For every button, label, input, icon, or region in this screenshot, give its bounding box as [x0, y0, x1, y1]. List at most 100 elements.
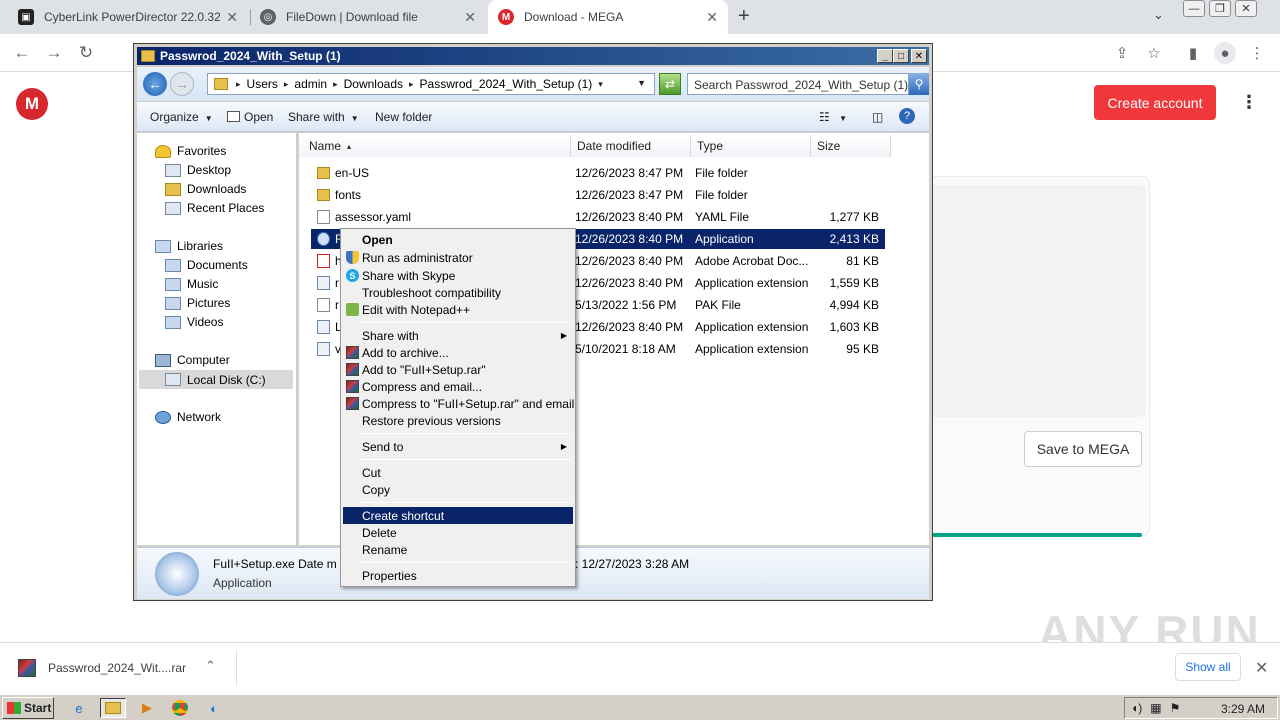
address-dropdown-icon[interactable]: ▼: [637, 78, 646, 88]
download-item[interactable]: Passwrod_2024_Wit....rar: [18, 659, 186, 677]
file-row[interactable]: fonts 12/26/2023 8:47 PM File folder: [311, 185, 885, 205]
minimize-icon[interactable]: —: [1183, 0, 1205, 17]
window-titlebar[interactable]: Passwrod_2024_With_Setup (1) _ □ ✕: [137, 47, 929, 65]
side-panel-icon[interactable]: ▮: [1182, 42, 1204, 64]
edge-icon[interactable]: ◐: [201, 698, 227, 718]
back-arrow-icon[interactable]: ←: [10, 41, 34, 65]
tab-mega[interactable]: M Download - MEGA ✕: [488, 0, 728, 34]
nav-network[interactable]: Network: [155, 410, 221, 424]
chrome-icon[interactable]: [167, 698, 193, 718]
close-window-icon[interactable]: ✕: [1235, 0, 1257, 17]
tab-powerdirector[interactable]: ▣ CyberLink PowerDirector 22.0.3215 ✕: [8, 0, 248, 34]
nav-music[interactable]: Music: [165, 277, 218, 291]
network-tray-icon[interactable]: ▦: [1150, 701, 1161, 715]
profile-icon[interactable]: ●: [1214, 42, 1236, 64]
breadcrumb-current-folder[interactable]: Passwrod_2024_With_Setup (1): [420, 77, 593, 91]
forward-button[interactable]: →: [170, 72, 194, 96]
close-tab-icon[interactable]: ✕: [464, 9, 476, 26]
chevron-up-icon[interactable]: ⌃: [205, 658, 216, 674]
preview-pane-icon[interactable]: ◫: [872, 110, 883, 124]
bookmark-star-icon[interactable]: ☆: [1143, 42, 1165, 64]
nav-recent-places[interactable]: Recent Places: [165, 201, 264, 215]
share-icon[interactable]: ⇪: [1111, 42, 1133, 64]
forward-arrow-icon[interactable]: →: [42, 41, 66, 65]
breadcrumb-downloads[interactable]: Downloads: [344, 77, 403, 91]
search-input[interactable]: Search Passwrod_2024_With_Setup (1): [687, 73, 909, 95]
address-bar[interactable]: ▸ Users ▸ admin ▸ Downloads ▸ Passwrod_2…: [207, 73, 655, 95]
close-shelf-icon[interactable]: ✕: [1255, 658, 1268, 678]
breadcrumb-admin[interactable]: admin: [294, 77, 327, 91]
menu-rename[interactable]: Rename: [343, 541, 573, 558]
menu-send-to[interactable]: Send to ▶: [343, 438, 573, 455]
tab-filedown[interactable]: ◎ FileDown | Download file ✕: [250, 0, 486, 34]
menu-compress-email[interactable]: Compress and email...: [343, 378, 573, 395]
new-folder-button[interactable]: New folder: [375, 110, 432, 124]
menu-delete[interactable]: Delete: [343, 524, 573, 541]
menu-open[interactable]: Open: [343, 231, 573, 248]
chevron-right-icon[interactable]: ▸: [284, 79, 289, 90]
menu-restore-versions[interactable]: Restore previous versions: [343, 412, 573, 429]
show-all-button[interactable]: Show all: [1175, 653, 1241, 681]
nav-libraries[interactable]: Libraries: [155, 239, 223, 253]
column-name[interactable]: Name ▴: [299, 135, 571, 157]
action-center-flag-icon[interactable]: ⚑: [1170, 701, 1181, 715]
menu-copy[interactable]: Copy: [343, 481, 573, 498]
menu-cut[interactable]: Cut: [343, 464, 573, 481]
menu-add-rar[interactable]: Add to "FuII+Setup.rar": [343, 361, 573, 378]
close-button[interactable]: ✕: [911, 49, 927, 63]
chevron-right-icon[interactable]: ▸: [409, 79, 414, 90]
column-date-modified[interactable]: Date modified: [571, 135, 691, 157]
maximize-button[interactable]: □: [893, 49, 909, 63]
nav-documents[interactable]: Documents: [165, 258, 248, 272]
view-options-icon[interactable]: ☷ ▼: [819, 110, 847, 124]
menu-compress-rar-email[interactable]: Compress to "FuII+Setup.rar" and email: [343, 395, 574, 412]
menu-run-as-admin[interactable]: Run as administrator: [343, 249, 573, 266]
nav-videos[interactable]: Videos: [165, 315, 223, 329]
share-with-button[interactable]: Share with ▼: [288, 110, 359, 124]
ie-icon[interactable]: e: [66, 698, 92, 718]
chevron-down-icon[interactable]: ▾: [598, 79, 603, 90]
start-button[interactable]: Start: [2, 697, 54, 719]
column-type[interactable]: Type: [691, 135, 811, 157]
menu-share-skype[interactable]: S Share with Skype: [343, 267, 573, 284]
menu-create-shortcut[interactable]: Create shortcut: [343, 507, 573, 524]
create-account-button[interactable]: Create account: [1094, 85, 1216, 120]
nav-local-disk[interactable]: Local Disk (C:): [139, 370, 293, 389]
organize-button[interactable]: Organize ▼: [150, 110, 213, 124]
help-icon[interactable]: ?: [899, 108, 915, 124]
breadcrumb-users[interactable]: Users: [247, 77, 278, 91]
volume-icon[interactable]: ◖): [1131, 701, 1142, 715]
menu-share-with[interactable]: Share with ▶: [343, 327, 573, 344]
minimize-button[interactable]: _: [877, 49, 893, 63]
column-size[interactable]: Size: [811, 135, 891, 157]
restore-icon[interactable]: ❐: [1209, 0, 1231, 17]
menu-properties[interactable]: Properties: [343, 567, 573, 584]
back-button[interactable]: ←: [143, 72, 167, 96]
refresh-icon[interactable]: ⇄: [659, 73, 681, 95]
save-to-mega-button[interactable]: Save to MEGA: [1024, 431, 1142, 467]
menu-kebab-icon[interactable]: ⋮: [1246, 42, 1268, 64]
menu-edit-notepad[interactable]: Edit with Notepad++: [343, 301, 573, 318]
chevron-right-icon[interactable]: ▸: [333, 79, 338, 90]
close-tab-icon[interactable]: ✕: [706, 9, 718, 26]
menu-add-archive[interactable]: Add to archive...: [343, 344, 573, 361]
nav-computer[interactable]: Computer: [155, 353, 230, 367]
file-row[interactable]: assessor.yaml 12/26/2023 8:40 PM YAML File…: [311, 207, 885, 227]
nav-favorites[interactable]: Favorites: [155, 144, 226, 158]
close-tab-icon[interactable]: ✕: [226, 9, 238, 26]
nav-desktop[interactable]: Desktop: [165, 163, 231, 177]
page-menu-icon[interactable]: ⋮: [1240, 92, 1258, 113]
reload-icon[interactable]: ↻: [74, 41, 98, 65]
tab-search-icon[interactable]: ⌄: [1153, 7, 1164, 23]
open-button[interactable]: Open: [227, 110, 273, 124]
mega-logo[interactable]: M: [16, 88, 48, 120]
new-tab-button[interactable]: +: [738, 5, 750, 28]
nav-downloads[interactable]: Downloads: [165, 182, 246, 196]
clock[interactable]: 3:29 AM: [1221, 702, 1265, 716]
nav-pictures[interactable]: Pictures: [165, 296, 230, 310]
explorer-taskbar-icon[interactable]: [100, 698, 126, 718]
search-icon[interactable]: ⚲: [909, 73, 929, 95]
media-player-icon[interactable]: ▶: [134, 698, 160, 718]
menu-troubleshoot[interactable]: Troubleshoot compatibility: [343, 284, 573, 301]
file-row[interactable]: en-US 12/26/2023 8:47 PM File folder: [311, 163, 885, 183]
